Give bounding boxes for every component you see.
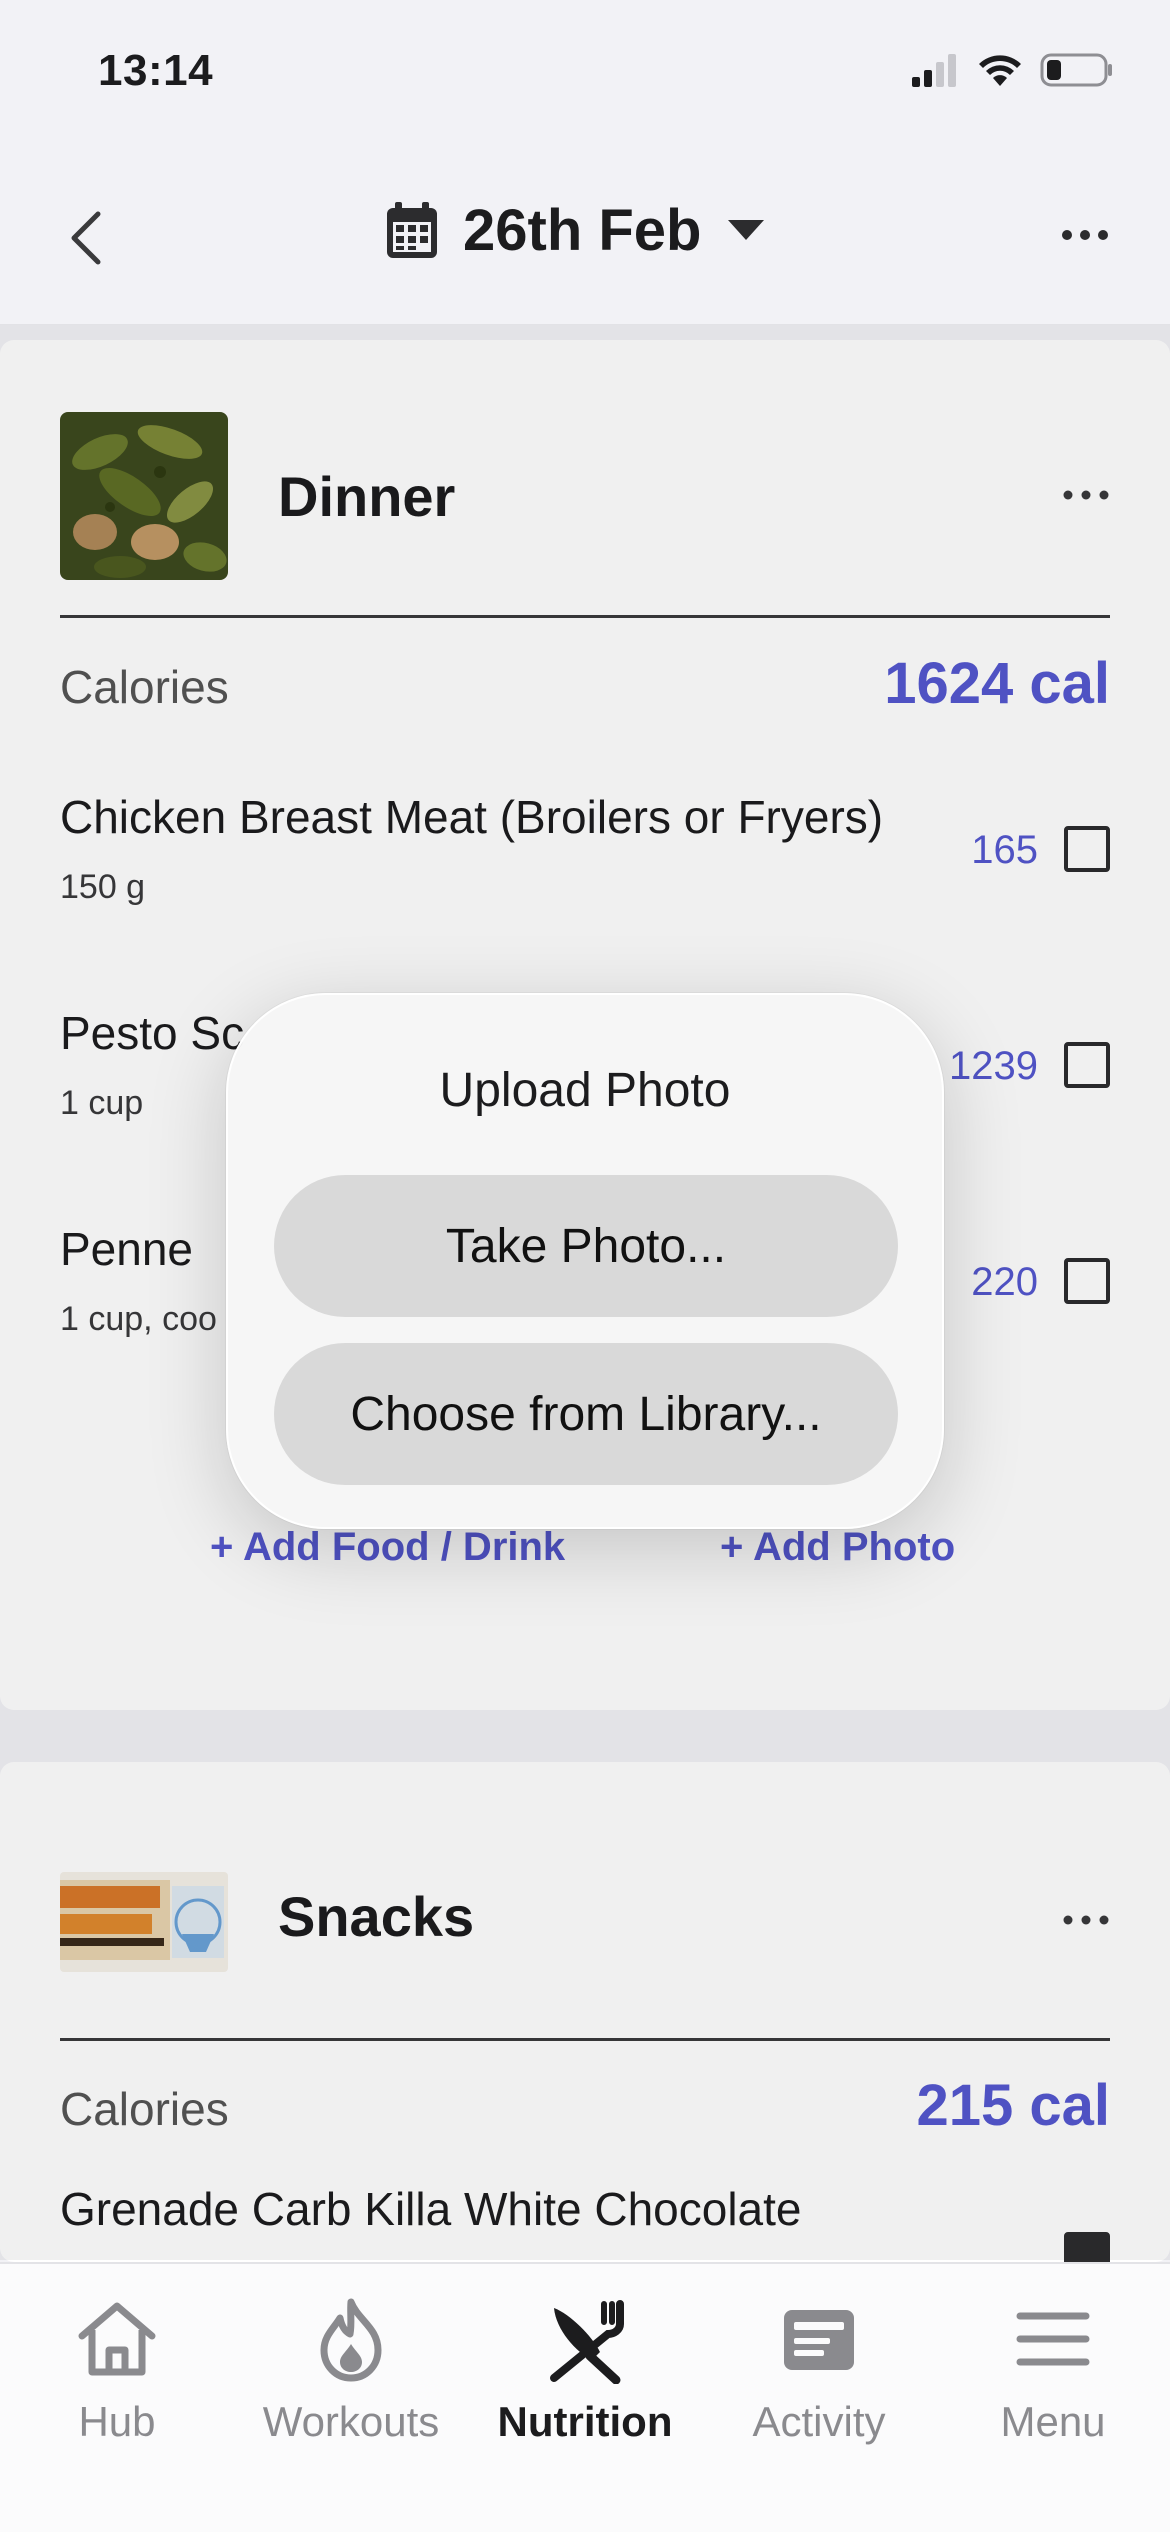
calories-label: Calories	[60, 661, 229, 713]
popup-title: Upload Photo	[439, 1064, 731, 1117]
meal-header: Snacks	[60, 1872, 1110, 1972]
tab-label: Workouts	[262, 2398, 440, 2445]
meal-title: Dinner	[278, 465, 456, 528]
food-item[interactable]: Chicken Breast Meat (Broilers or Fryers)…	[60, 790, 1110, 920]
newspaper-icon	[784, 2310, 854, 2370]
more-horizontal-icon	[1063, 1915, 1109, 1925]
take-photo-button[interactable]: Take Photo...	[274, 1175, 898, 1317]
add-photo-link[interactable]: + Add Photo	[720, 1525, 955, 1570]
back-button[interactable]	[62, 208, 112, 268]
date-picker[interactable]: 26th Feb	[385, 190, 766, 270]
flame-icon	[320, 2298, 382, 2382]
more-horizontal-icon	[1062, 230, 1108, 240]
more-horizontal-icon	[1063, 490, 1109, 500]
calendar-icon	[387, 202, 437, 258]
tab-activity[interactable]: Activity	[702, 2294, 936, 2464]
meal-photo[interactable]	[60, 1872, 228, 1972]
calories-label: Calories	[60, 2083, 229, 2135]
tab-label: Menu	[1000, 2398, 1106, 2445]
tab-label: Nutrition	[497, 2398, 673, 2445]
meal-title: Snacks	[278, 1885, 475, 1948]
food-checkbox[interactable]	[1064, 1258, 1110, 1304]
meal-card-snacks: Snacks Calories 215 cal Grenade Carb Kil…	[0, 1762, 1170, 2278]
hamburger-icon	[1016, 2312, 1090, 2366]
calories-total: 1624 cal	[884, 651, 1110, 716]
upload-photo-sheet: Upload Photo Take Photo... Choose from L…	[226, 993, 944, 1529]
tab-label: Hub	[78, 2398, 156, 2445]
home-icon	[78, 2302, 156, 2376]
food-checkbox[interactable]	[1064, 1042, 1110, 1088]
divider	[60, 2038, 1110, 2041]
tab-hub[interactable]: Hub	[0, 2294, 234, 2464]
signal-icon	[912, 54, 956, 87]
battery-icon	[1040, 53, 1112, 87]
chevron-left-icon	[71, 211, 101, 265]
divider	[60, 615, 1110, 618]
calories-row: Calories 215 cal	[60, 2072, 1110, 2142]
meal-more-button[interactable]	[1062, 487, 1110, 503]
food-quantity: 1 cup, coo	[60, 1300, 217, 1338]
calories-row: Calories 1624 cal	[60, 650, 1110, 720]
wifi-icon	[979, 55, 1021, 86]
status-bar: 13:14	[0, 0, 1170, 150]
tab-menu[interactable]: Menu	[936, 2294, 1170, 2464]
status-icons	[910, 52, 1114, 88]
choose-from-library-button[interactable]: Choose from Library...	[274, 1343, 898, 1485]
nav-header: 26th Feb	[0, 150, 1170, 325]
food-calories: 165	[971, 828, 1038, 872]
food-name: Pesto Sc	[60, 1007, 245, 1059]
meal-photo[interactable]	[60, 412, 228, 580]
tab-label: Activity	[752, 2398, 886, 2445]
food-name: Penne	[60, 1223, 194, 1275]
caret-down-icon	[727, 220, 764, 240]
pasta-photo-image	[60, 412, 228, 580]
add-food-drink-link[interactable]: + Add Food / Drink	[210, 1525, 565, 1570]
tab-nutrition[interactable]: Nutrition	[468, 2294, 702, 2464]
date-label: 26th Feb	[463, 197, 702, 263]
food-calories: 220	[971, 1260, 1038, 1304]
meal-header: Dinner	[60, 412, 1110, 580]
add-actions: + Add Food / Drink + Add Photo	[0, 1525, 1170, 1585]
food-calories: 1239	[949, 1044, 1038, 1088]
food-checkbox[interactable]	[1064, 826, 1110, 872]
status-time: 13:14	[98, 46, 214, 95]
tab-workouts[interactable]: Workouts	[234, 2294, 468, 2464]
food-quantity: 1 cup	[60, 1084, 144, 1122]
food-name: Chicken Breast Meat (Broilers or Fryers)	[60, 791, 884, 843]
snack-bar-photo-image	[60, 1872, 228, 1972]
meal-more-button[interactable]	[1062, 1912, 1110, 1928]
fork-knife-icon	[550, 2300, 624, 2384]
food-quantity: 150 g	[60, 868, 146, 906]
calories-total: 215 cal	[916, 2073, 1110, 2138]
tab-bar: Hub Workouts Nutrition Activity Menu	[0, 2262, 1170, 2532]
food-name: Grenade Carb Killa White Chocolate	[60, 2183, 802, 2235]
header-more-button[interactable]	[1060, 225, 1110, 245]
